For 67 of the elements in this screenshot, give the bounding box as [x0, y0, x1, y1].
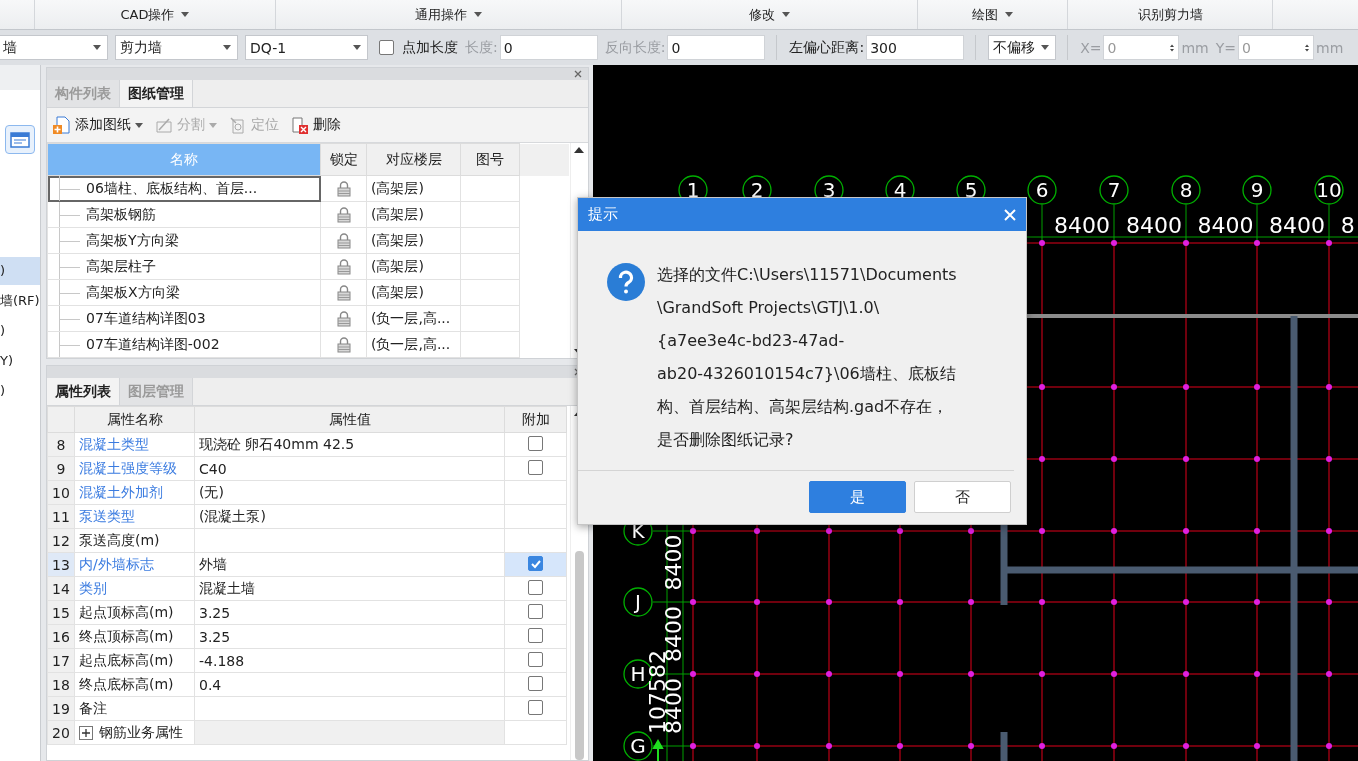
dimension-label: 8400 [1054, 213, 1110, 238]
table-cell: (高架层) [366, 201, 461, 228]
property-name: 混凝土类型 [74, 432, 195, 457]
checkbox-label: 点加长度 [402, 38, 458, 57]
property-value: 3.25 [194, 624, 505, 649]
table-cell: (负一层,高... [366, 305, 461, 332]
dialog-message: 选择的文件C:\Users\11571\Documents \GrandSoft Projects\GTJ\1.0\ {a7ee3e4c-bd23-47ad- ab20-4326010154c7}\06墙柱、底板结 构、首层结构、高架层结构.gad不存在， 是否删除图纸记录? [657, 264, 957, 451]
property-value: C40 [194, 456, 505, 481]
field-label: 左偏心距离: [789, 38, 865, 57]
row-number: 15 [47, 600, 75, 625]
property-name: 备注 [74, 696, 195, 721]
property-name: 泵送类型 [74, 504, 195, 529]
dimension-label: 8400 [661, 534, 686, 591]
row-number: 19 [47, 696, 75, 721]
table-cell: (高架层) [366, 279, 461, 306]
property-group-name: 钢筋业务属性 [99, 723, 183, 740]
property-value: 外墙 [194, 552, 505, 577]
property-value: (无) [194, 480, 505, 505]
row-number: 13 [47, 552, 75, 577]
row-number: 14 [47, 576, 75, 601]
property-value: 现浇砼 卵石40mm 42.5 [194, 432, 505, 457]
row-number: 17 [47, 648, 75, 673]
table-cell: (高架层) [366, 175, 461, 202]
row-number: 18 [47, 672, 75, 697]
dimension-label: 8400 [1197, 213, 1254, 238]
row-number: 8 [47, 432, 75, 457]
unit-label: mm [1181, 39, 1209, 56]
axis-bubble: 6 [1027, 175, 1057, 205]
property-name: 起点顶标高(m) [74, 600, 195, 625]
field-label: X= [1080, 39, 1102, 56]
property-value: 3.25 [194, 600, 505, 625]
table-cell: (负一层,高... [366, 331, 461, 358]
row-number: 10 [47, 480, 75, 505]
row-number: 16 [47, 624, 75, 649]
property-name: 混凝土外加剂 [74, 480, 195, 505]
field-label: Y= [1215, 39, 1237, 56]
property-name: 内/外墙标志 [74, 552, 195, 577]
row-number: 12 [47, 528, 75, 553]
dimension-label: 8 [1340, 213, 1355, 238]
axis-bubble: 9 [1242, 175, 1272, 205]
ribbon-group-label: 识别剪力墙 [1137, 5, 1203, 24]
dialog-title: 提示 [588, 205, 618, 224]
dimension-label: 8400 [1126, 213, 1182, 238]
table-cell: (高架层) [366, 253, 461, 280]
table-cell: (高架层) [366, 227, 461, 254]
axis-bubble: J [623, 587, 653, 617]
property-value: 0.4 [194, 672, 505, 697]
property-name: 混凝土强度等级 [74, 456, 195, 481]
property-name: 终点顶标高(m) [74, 624, 195, 649]
property-name: 终点底标高(m) [74, 672, 195, 697]
dimension-label: 8400 [1269, 213, 1325, 238]
field-label: 反向长度: [604, 38, 666, 57]
property-value: 混凝土墙 [194, 576, 505, 601]
property-name: 泵送高度(m) [74, 528, 195, 553]
field-label: 长度: [465, 38, 498, 57]
row-number: 11 [47, 504, 75, 529]
property-value: -4.188 [194, 648, 505, 673]
unit-label: mm [1316, 39, 1344, 56]
property-value: (混凝土泵) [194, 504, 505, 529]
row-number: 20 [47, 720, 75, 745]
axis-bubble: 8 [1171, 175, 1201, 205]
axis-bubble: G [623, 731, 653, 761]
property-name: 起点底标高(m) [74, 648, 195, 673]
row-number: 9 [47, 456, 75, 481]
axis-bubble: 10 [1314, 175, 1344, 205]
property-name: 类别 [74, 576, 195, 601]
axis-bubble: 7 [1099, 175, 1129, 205]
